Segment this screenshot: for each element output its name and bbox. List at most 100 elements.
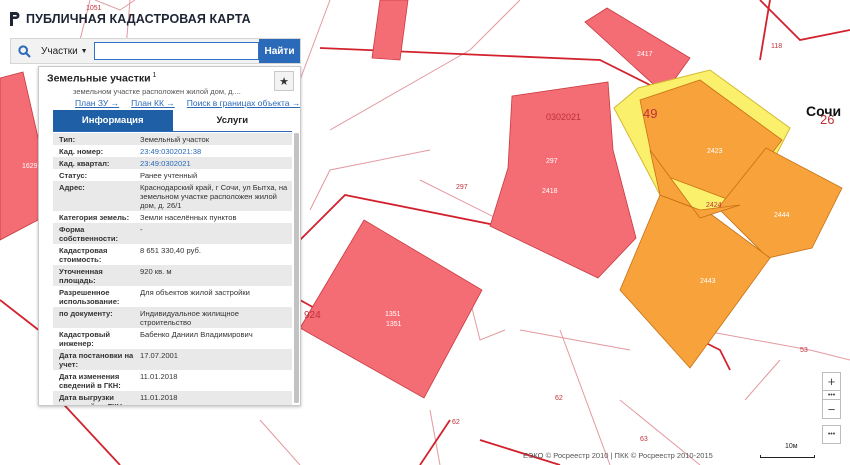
attribute-value[interactable]: 23:49:0302021 (140, 159, 292, 168)
attribute-key: Дата выгрузки сведений из ГКН: (59, 392, 125, 406)
scale-bar (760, 455, 815, 458)
map-label: 297 (456, 184, 468, 191)
attribute-value: Земли населённых пунктов (140, 212, 237, 222)
attribute-value: Для объектов жилой застройки (140, 287, 250, 297)
quarter-label: 0302021 (546, 112, 581, 122)
map-label: 297 (546, 158, 558, 165)
attribute-value: - (140, 224, 143, 234)
attribute-key: Категория земель: (59, 212, 130, 222)
attribute-value: 920 кв. м (140, 266, 172, 276)
search-input[interactable] (93, 42, 259, 60)
attribute-row: Кадастровый инженер: Бабенко Даниил Влади… (53, 328, 292, 349)
attribute-key: Дата постановки на учет: (59, 350, 134, 369)
more-dots-icon: ••• (827, 431, 836, 438)
attribute-key: Уточненная площадь: (59, 266, 103, 285)
map-label: 63 (640, 436, 648, 443)
quarter-boundary (419, 419, 451, 465)
panel-scrollbar[interactable] (294, 133, 299, 403)
quarter-boundary (319, 47, 661, 91)
attribute-row: Кад. квартал: 23:49:0302021 (53, 157, 292, 169)
link-plan-kk[interactable]: План КК → (131, 98, 175, 108)
map-label: 2418 (542, 188, 558, 195)
tab-services[interactable]: Услуги (172, 110, 292, 131)
search-type-dropdown[interactable]: Участки ▼ (37, 39, 94, 63)
attribute-value: Краснодарский край, г Сочи, ул Бытха, на… (140, 182, 288, 210)
attribute-row: Разрешенное использование: Для объектов ж… (53, 286, 292, 307)
attribute-row: Тип: Земельный участок (53, 133, 292, 145)
scrollbar-thumb[interactable] (294, 133, 299, 403)
attribute-key: по документу: (59, 308, 113, 318)
parcel-1351 (299, 219, 483, 399)
attribute-value: 17.07.2001 (140, 350, 179, 360)
attribute-row: Кадастровая стоимость: 8 651 330,40 руб. (53, 244, 292, 265)
attribute-value: Индивидуальное жилищное строительство (140, 308, 239, 327)
link-search-in-bounds[interactable]: Поиск в границах объекта → (187, 98, 300, 108)
attribute-row: Дата изменения сведений в ГКН: 11.01.2018 (53, 370, 292, 391)
zoom-in-button[interactable]: + (822, 372, 841, 391)
map-label: 62 (555, 395, 563, 402)
map-label: 924 (304, 310, 321, 321)
attribute-row: Форма собственности: - (53, 223, 292, 244)
attribute-key: Кадастровая стоимость: (59, 245, 108, 264)
map-label: 62 (452, 419, 460, 426)
scale-label: 10м (785, 443, 798, 450)
map-boundary (259, 419, 301, 465)
map-big-label: 49 (643, 106, 657, 121)
attribute-key: Адрес: (59, 182, 85, 192)
map-label: 1351 (386, 321, 402, 328)
map-boundary (329, 0, 521, 131)
attribute-key: Тип: (59, 134, 76, 144)
rosreestr-logo-icon (10, 12, 20, 26)
map-label: 1351 (385, 311, 401, 318)
map-label: 118 (771, 43, 782, 50)
favorite-star-button[interactable]: ★ (274, 71, 294, 91)
attribute-row: Категория земель: Земли населённых пункто… (53, 211, 292, 223)
attribute-value[interactable]: 23:49:0302021:38 (140, 147, 292, 156)
attribute-table: Тип: Земельный участок Кад. номер: 23:49:03… (53, 133, 292, 406)
panel-title-text: Земельные участки (47, 72, 151, 85)
more-options-button[interactable]: ••• (822, 425, 841, 444)
attribute-key: Кад. номер: (59, 146, 104, 156)
zoom-levels-button[interactable]: ••• (822, 391, 841, 400)
link-plan-zu[interactable]: План ЗУ → (75, 98, 119, 108)
map-boundary (744, 359, 781, 401)
map-label: 2444 (774, 212, 790, 219)
map-boundary (309, 149, 431, 211)
search-bar: Участки ▼ Найти (10, 38, 301, 64)
attribute-row: Адрес: Краснодарский край, г Сочи, ул Быт… (53, 181, 292, 211)
map-boundary (519, 329, 631, 351)
attribute-row: по документу: Индивидуальное жилищное стр… (53, 307, 292, 328)
address-snippet: земельном участке расположен жилой дом, … (73, 87, 241, 96)
attribute-value: 11.01.2018 (140, 371, 178, 381)
attribute-value: 11.01.2018 (140, 392, 178, 402)
attribute-key: Форма собственности: (59, 224, 119, 243)
city-label: Сочи (806, 103, 842, 119)
attribute-key: Статус: (59, 170, 88, 180)
star-icon: ★ (279, 75, 289, 88)
search-icon[interactable] (11, 39, 37, 63)
attribute-key: Дата изменения сведений в ГКН: (59, 371, 121, 390)
attribute-value: Бабенко Даниил Владимирович (140, 329, 253, 339)
panel-title: Земельные участки 1 (47, 72, 156, 85)
info-panel: Земельные участки 1 ★ земельном участке р… (38, 66, 301, 406)
app-logo[interactable]: ПУБЛИЧНАЯ КАДАСТРОВАЯ КАРТА (9, 11, 251, 27)
app-title: ПУБЛИЧНАЯ КАДАСТРОВАЯ КАРТА (26, 12, 251, 26)
tab-information[interactable]: Информация (53, 110, 173, 131)
map-label: 2443 (700, 278, 716, 285)
map-label: 2424 (706, 202, 722, 209)
attribute-row: Дата постановки на учет: 17.07.2001 (53, 349, 292, 370)
attribute-key: Кад. квартал: (59, 158, 110, 168)
quarter-boundary (759, 0, 771, 61)
attribute-value: 8 651 330,40 руб. (140, 245, 201, 255)
map-label: 1629 (22, 163, 38, 170)
search-submit-button[interactable]: Найти (259, 39, 300, 63)
map-label: 2417 (637, 51, 653, 58)
search-type-label: Участки (41, 45, 78, 57)
zoom-out-button[interactable]: − (822, 400, 841, 419)
caret-down-icon: ▼ (80, 47, 88, 55)
panel-links: План ЗУ → План КК → Поиск в границах объ… (75, 98, 300, 108)
attribute-value: Земельный участок (140, 134, 210, 144)
panel-tabs: Информация Услуги (53, 110, 292, 132)
attribute-row: Статус: Ранее учтенный (53, 169, 292, 181)
map-boundary (559, 329, 611, 465)
